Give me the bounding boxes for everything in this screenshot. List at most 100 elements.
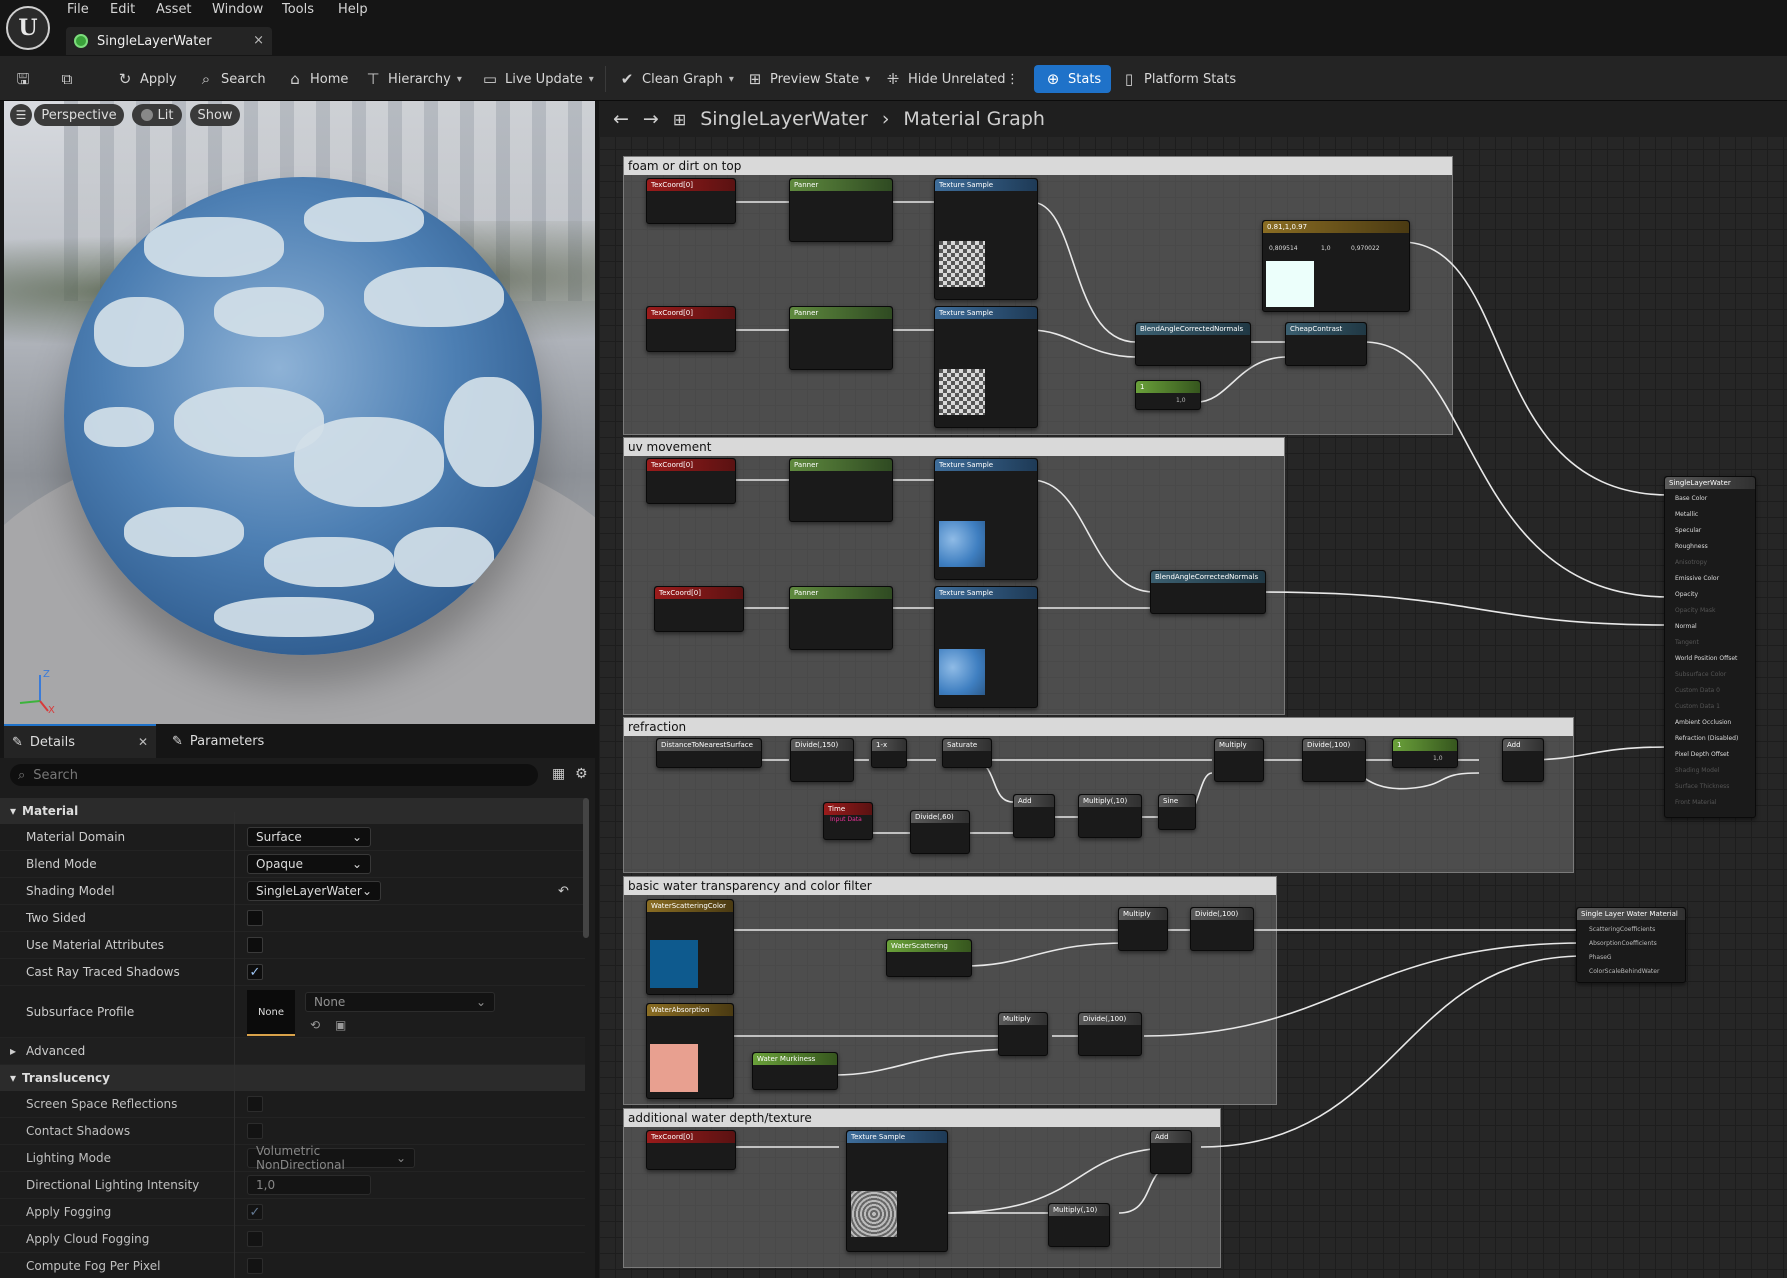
menu-edit[interactable]: Edit bbox=[110, 2, 135, 17]
node-single-layer-water-material[interactable]: Single Layer Water Material ScatteringCo… bbox=[1576, 907, 1686, 983]
tab-parameters[interactable]: ✎ Parameters bbox=[164, 724, 272, 758]
result-pin[interactable]: Pixel Depth Offset bbox=[1675, 751, 1729, 758]
node-constant-one[interactable]: 1 1,0 bbox=[1392, 738, 1458, 768]
category-translucency[interactable]: ▾ Translucency bbox=[0, 1065, 585, 1091]
menu-window[interactable]: Window bbox=[212, 2, 263, 17]
perspective-button[interactable]: Perspective bbox=[34, 104, 124, 126]
result-pin[interactable]: Opacity bbox=[1675, 591, 1698, 598]
node-texture-sample[interactable]: Texture Sample bbox=[846, 1130, 948, 1252]
apply-cloud-fogging-checkbox[interactable] bbox=[247, 1231, 263, 1247]
node-texcoord[interactable]: TexCoord[0] bbox=[654, 586, 744, 632]
lit-button[interactable]: Lit bbox=[132, 104, 182, 126]
node-constant-one[interactable]: 1 1,0 bbox=[1135, 380, 1201, 410]
reset-icon[interactable]: ↶ bbox=[558, 884, 569, 899]
node-texture-sample[interactable]: Texture Sample bbox=[934, 586, 1038, 708]
document-tab[interactable]: SingleLayerWater × bbox=[66, 27, 272, 55]
node-water-scattering[interactable]: WaterScattering bbox=[886, 939, 972, 977]
node-texcoord[interactable]: TexCoord[0] bbox=[646, 178, 736, 224]
search-button[interactable]: ⌕ Search bbox=[197, 65, 266, 93]
contact-shadows-checkbox[interactable] bbox=[247, 1123, 263, 1139]
node-add[interactable]: Add bbox=[1150, 1130, 1192, 1174]
subsurface-profile-dropdown[interactable]: None ⌄ bbox=[305, 992, 495, 1012]
apply-button[interactable]: ↻ Apply bbox=[116, 65, 177, 93]
pin-scattering[interactable]: ScatteringCoefficients bbox=[1589, 926, 1655, 933]
result-pin[interactable]: Normal bbox=[1675, 623, 1697, 630]
menu-help[interactable]: Help bbox=[338, 2, 368, 17]
home-button[interactable]: ⌂ Home bbox=[286, 65, 348, 93]
node-divide-100[interactable]: Divide(,100) bbox=[1078, 1012, 1142, 1056]
node-add[interactable]: Add bbox=[1502, 738, 1544, 782]
menu-asset[interactable]: Asset bbox=[156, 2, 192, 17]
node-texcoord[interactable]: TexCoord[0] bbox=[646, 458, 736, 504]
node-constant3[interactable]: 0.81,1,0.97 0,809514 1,0 0,970022 bbox=[1262, 220, 1410, 312]
more-options-icon[interactable]: ⋮ bbox=[1006, 65, 1019, 93]
node-multiply[interactable]: Multiply bbox=[998, 1012, 1048, 1056]
node-time[interactable]: Time Input Data bbox=[823, 802, 873, 840]
result-pin[interactable]: Anisotropy bbox=[1675, 559, 1707, 566]
result-pin[interactable]: Opacity Mask bbox=[1675, 607, 1715, 614]
node-divide-150[interactable]: Divide(,150) bbox=[790, 738, 854, 782]
node-panner[interactable]: Panner bbox=[789, 178, 893, 242]
use-material-attributes-checkbox[interactable] bbox=[247, 937, 263, 953]
hide-unrelated-button[interactable]: ⁜ Hide Unrelated bbox=[884, 65, 1006, 93]
material-domain-dropdown[interactable]: Surface ⌄ bbox=[247, 827, 371, 847]
result-pin[interactable]: Emissive Color bbox=[1675, 575, 1719, 582]
result-pin[interactable]: Refraction (Disabled) bbox=[1675, 735, 1738, 742]
cast-ray-traced-shadows-checkbox[interactable]: ✓ bbox=[247, 964, 263, 980]
pin-absorption[interactable]: AbsorptionCoefficients bbox=[1589, 940, 1657, 947]
result-pin[interactable]: World Position Offset bbox=[1675, 655, 1737, 662]
node-multiply[interactable]: Multiply bbox=[1118, 907, 1168, 951]
subsurface-profile-thumbnail[interactable]: None bbox=[247, 990, 295, 1036]
compute-fog-checkbox[interactable] bbox=[247, 1258, 263, 1274]
pin-colorscale[interactable]: ColorScaleBehindWater bbox=[1589, 968, 1659, 975]
category-material[interactable]: ▾ Material bbox=[0, 798, 585, 824]
row-advanced[interactable]: ▸ Advanced bbox=[0, 1038, 585, 1065]
browse-button[interactable]: ⧉ bbox=[58, 65, 76, 93]
breadcrumb-asset[interactable]: SingleLayerWater bbox=[700, 108, 868, 130]
node-divide-100[interactable]: Divide(,100) bbox=[1302, 738, 1366, 782]
node-panner[interactable]: Panner bbox=[789, 586, 893, 650]
apply-fogging-checkbox[interactable]: ✓ bbox=[247, 1204, 263, 1220]
details-scrollbar[interactable] bbox=[583, 798, 589, 938]
two-sided-checkbox[interactable] bbox=[247, 910, 263, 926]
node-divide-60[interactable]: Divide(,60) bbox=[910, 810, 970, 854]
blend-mode-dropdown[interactable]: Opaque ⌄ bbox=[247, 854, 371, 874]
node-blend-normals[interactable]: BlendAngleCorrectedNormals bbox=[1150, 570, 1266, 614]
close-icon[interactable]: ✕ bbox=[138, 735, 148, 749]
result-pin[interactable]: Base Color bbox=[1675, 495, 1707, 502]
node-texture-sample[interactable]: Texture Sample bbox=[934, 178, 1038, 300]
unreal-logo-icon[interactable]: U bbox=[6, 6, 50, 50]
back-arrow-icon[interactable]: ← bbox=[613, 108, 629, 130]
use-selected-icon[interactable]: ⟲ bbox=[310, 1018, 320, 1032]
result-pin[interactable]: Subsurface Color bbox=[1675, 671, 1726, 678]
close-tab-icon[interactable]: × bbox=[253, 33, 264, 48]
result-pin[interactable]: Custom Data 1 bbox=[1675, 703, 1720, 710]
node-saturate[interactable]: Saturate bbox=[942, 738, 992, 768]
node-multiply[interactable]: Multiply bbox=[1214, 738, 1264, 782]
result-pin[interactable]: Shading Model bbox=[1675, 767, 1719, 774]
node-distance-to-nearest-surface[interactable]: DistanceToNearestSurface bbox=[656, 738, 762, 768]
viewport-menu-icon[interactable]: ☰ bbox=[10, 104, 32, 126]
result-pin[interactable]: Front Material bbox=[1675, 799, 1716, 806]
forward-arrow-icon[interactable]: → bbox=[643, 108, 659, 130]
menu-tools[interactable]: Tools bbox=[282, 2, 314, 17]
dli-input[interactable]: 1,0 bbox=[247, 1175, 371, 1195]
node-one-minus[interactable]: 1-x bbox=[871, 738, 907, 768]
node-blend-normals[interactable]: BlendAngleCorrectedNormals bbox=[1135, 322, 1251, 366]
clean-graph-button[interactable]: ✔ Clean Graph ▾ bbox=[618, 65, 734, 93]
result-pin[interactable]: Roughness bbox=[1675, 543, 1708, 550]
node-texture-sample[interactable]: Texture Sample bbox=[934, 306, 1038, 428]
shading-model-dropdown[interactable]: SingleLayerWater ⌄ bbox=[247, 881, 381, 901]
node-water-absorption[interactable]: WaterAbsorption bbox=[646, 1003, 734, 1099]
node-cheap-contrast[interactable]: CheapContrast bbox=[1285, 322, 1367, 366]
result-pin[interactable]: Tangent bbox=[1675, 639, 1699, 646]
node-material-result[interactable]: SingleLayerWater Base Color Metallic Specu… bbox=[1664, 476, 1756, 818]
menu-file[interactable]: File bbox=[67, 2, 89, 17]
stats-button[interactable]: ⊕ Stats bbox=[1034, 65, 1112, 93]
node-texcoord[interactable]: TexCoord[0] bbox=[646, 306, 736, 352]
node-add[interactable]: Add bbox=[1013, 794, 1055, 838]
result-pin[interactable]: Surface Thickness bbox=[1675, 783, 1729, 790]
browse-folder-icon[interactable]: ▣ bbox=[335, 1018, 346, 1032]
lighting-mode-dropdown[interactable]: Volumetric NonDirectional ⌄ bbox=[247, 1144, 415, 1172]
node-texture-sample[interactable]: Texture Sample bbox=[934, 458, 1038, 580]
